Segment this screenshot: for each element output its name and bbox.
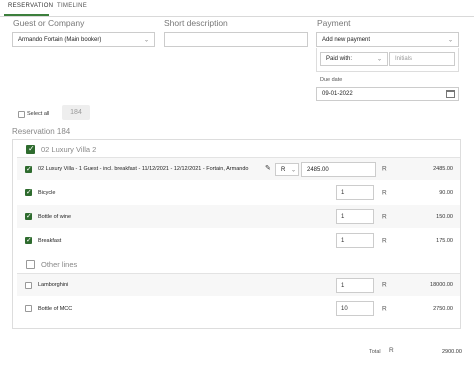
table-row: Bicycle 1 R 90.00 <box>17 181 460 204</box>
row-currency: R <box>382 237 387 244</box>
row-checkbox[interactable] <box>25 188 32 196</box>
paid-with-select[interactable]: Paid with: ⌄ <box>320 52 388 66</box>
row-amount: 18000.00 <box>430 282 453 288</box>
table-row: Lamborghini 1 R 18000.00 <box>17 273 460 296</box>
row-checkbox[interactable] <box>25 236 32 244</box>
chevron-down-icon: ⌄ <box>447 37 453 43</box>
row-amount: 150.00 <box>436 213 453 220</box>
description-input[interactable] <box>164 32 308 47</box>
table-row: Bottle of MCC 10 R 2750.00 <box>17 297 460 320</box>
guest-label: Guest or Company <box>13 18 85 28</box>
chevron-down-icon: ⌄ <box>290 167 296 173</box>
initials-input[interactable]: Initials <box>389 52 455 66</box>
tab-bar: RESERVATION TIMELINE <box>0 0 474 17</box>
payment-label: Payment <box>317 18 351 28</box>
quantity-input[interactable]: 1 <box>336 209 374 224</box>
quantity-value: 10 <box>341 305 348 312</box>
pencil-icon[interactable]: ✎ <box>265 164 271 172</box>
select-all-count: 184 <box>62 105 90 120</box>
row-checkbox[interactable] <box>25 305 32 312</box>
tab-timeline[interactable]: TIMELINE <box>57 3 87 9</box>
reservation-title: Reservation 184 <box>12 127 71 136</box>
chevron-down-icon: ⌄ <box>143 37 149 43</box>
quantity-input[interactable]: 10 <box>336 301 374 316</box>
row-currency: R <box>382 281 387 289</box>
row-name: Lamborghini <box>38 282 69 288</box>
row-amount: 2485.00 <box>433 166 453 172</box>
quantity-value: 1 <box>341 237 345 244</box>
group2-title: Other lines <box>41 260 78 269</box>
chevron-down-icon: ⌄ <box>376 56 382 63</box>
description-label: Short description <box>164 18 228 28</box>
row-name: Bicycle <box>38 189 56 196</box>
due-date-label: Due date <box>320 77 343 83</box>
row-amount: 2750.00 <box>433 305 453 312</box>
quantity-input[interactable]: 1 <box>336 233 374 248</box>
row-name: Bottle of MCC <box>38 305 73 312</box>
price-value: 2485.00 <box>307 166 329 173</box>
price-input[interactable]: 2485.00 <box>301 162 376 177</box>
row-currency: R <box>382 213 387 220</box>
group2-checkbox[interactable] <box>26 260 35 269</box>
calendar-icon[interactable] <box>446 90 455 98</box>
tab-reservation[interactable]: RESERVATION <box>8 3 53 9</box>
group1-title: 02 Luxury Villa 2 <box>41 145 97 154</box>
initials-placeholder: Initials <box>395 56 413 62</box>
select-all-label: Select all <box>27 111 50 117</box>
row-name: Bottle of wine <box>38 213 72 220</box>
active-tab-indicator <box>4 14 49 16</box>
row-currency: R <box>382 305 387 312</box>
total-label: Total <box>369 349 381 355</box>
payment-subpanel: Paid with: ⌄ Initials <box>316 48 459 72</box>
payment-select[interactable]: Add new payment ⌄ <box>316 32 459 47</box>
row-currency: R <box>382 189 387 196</box>
quantity-value: 1 <box>341 282 345 289</box>
guest-value: Armando Fortain (Main booker) <box>18 36 102 43</box>
currency-select-value: R <box>281 166 286 173</box>
row-currency: R <box>382 165 387 173</box>
row-name: Breakfast <box>38 237 62 244</box>
row-description: 02 Luxury Villa - 1 Guest - incl. breakf… <box>38 166 249 172</box>
paid-with-label: Paid with: <box>326 56 353 62</box>
quantity-value: 1 <box>341 213 345 220</box>
row-amount: 175.00 <box>436 237 453 244</box>
table-row: 02 Luxury Villa - 1 Guest - incl. breakf… <box>17 157 460 180</box>
currency-select[interactable]: R ⌄ <box>275 163 299 176</box>
table-row: Bottle of wine 1 R 150.00 <box>17 205 460 228</box>
payment-select-value: Add new payment <box>322 36 371 43</box>
quantity-input[interactable]: 1 <box>336 278 374 293</box>
row-checkbox[interactable] <box>25 212 32 220</box>
row-checkbox[interactable] <box>25 165 32 173</box>
guest-select[interactable]: Armando Fortain (Main booker) ⌄ <box>12 32 155 47</box>
total-currency: R <box>389 347 394 354</box>
total-amount: 2900.00 <box>442 349 462 355</box>
quantity-value: 1 <box>341 189 345 196</box>
quantity-input[interactable]: 1 <box>336 185 374 200</box>
due-date-input[interactable]: 09-01-2022 <box>316 87 459 101</box>
row-checkbox[interactable] <box>25 282 32 289</box>
group1-checkbox[interactable] <box>26 144 35 154</box>
row-amount: 90.00 <box>439 189 453 196</box>
due-date-value: 09-01-2022 <box>322 91 353 97</box>
table-row: Breakfast 1 R 175.00 <box>17 229 460 252</box>
select-all-checkbox[interactable] <box>18 111 25 118</box>
